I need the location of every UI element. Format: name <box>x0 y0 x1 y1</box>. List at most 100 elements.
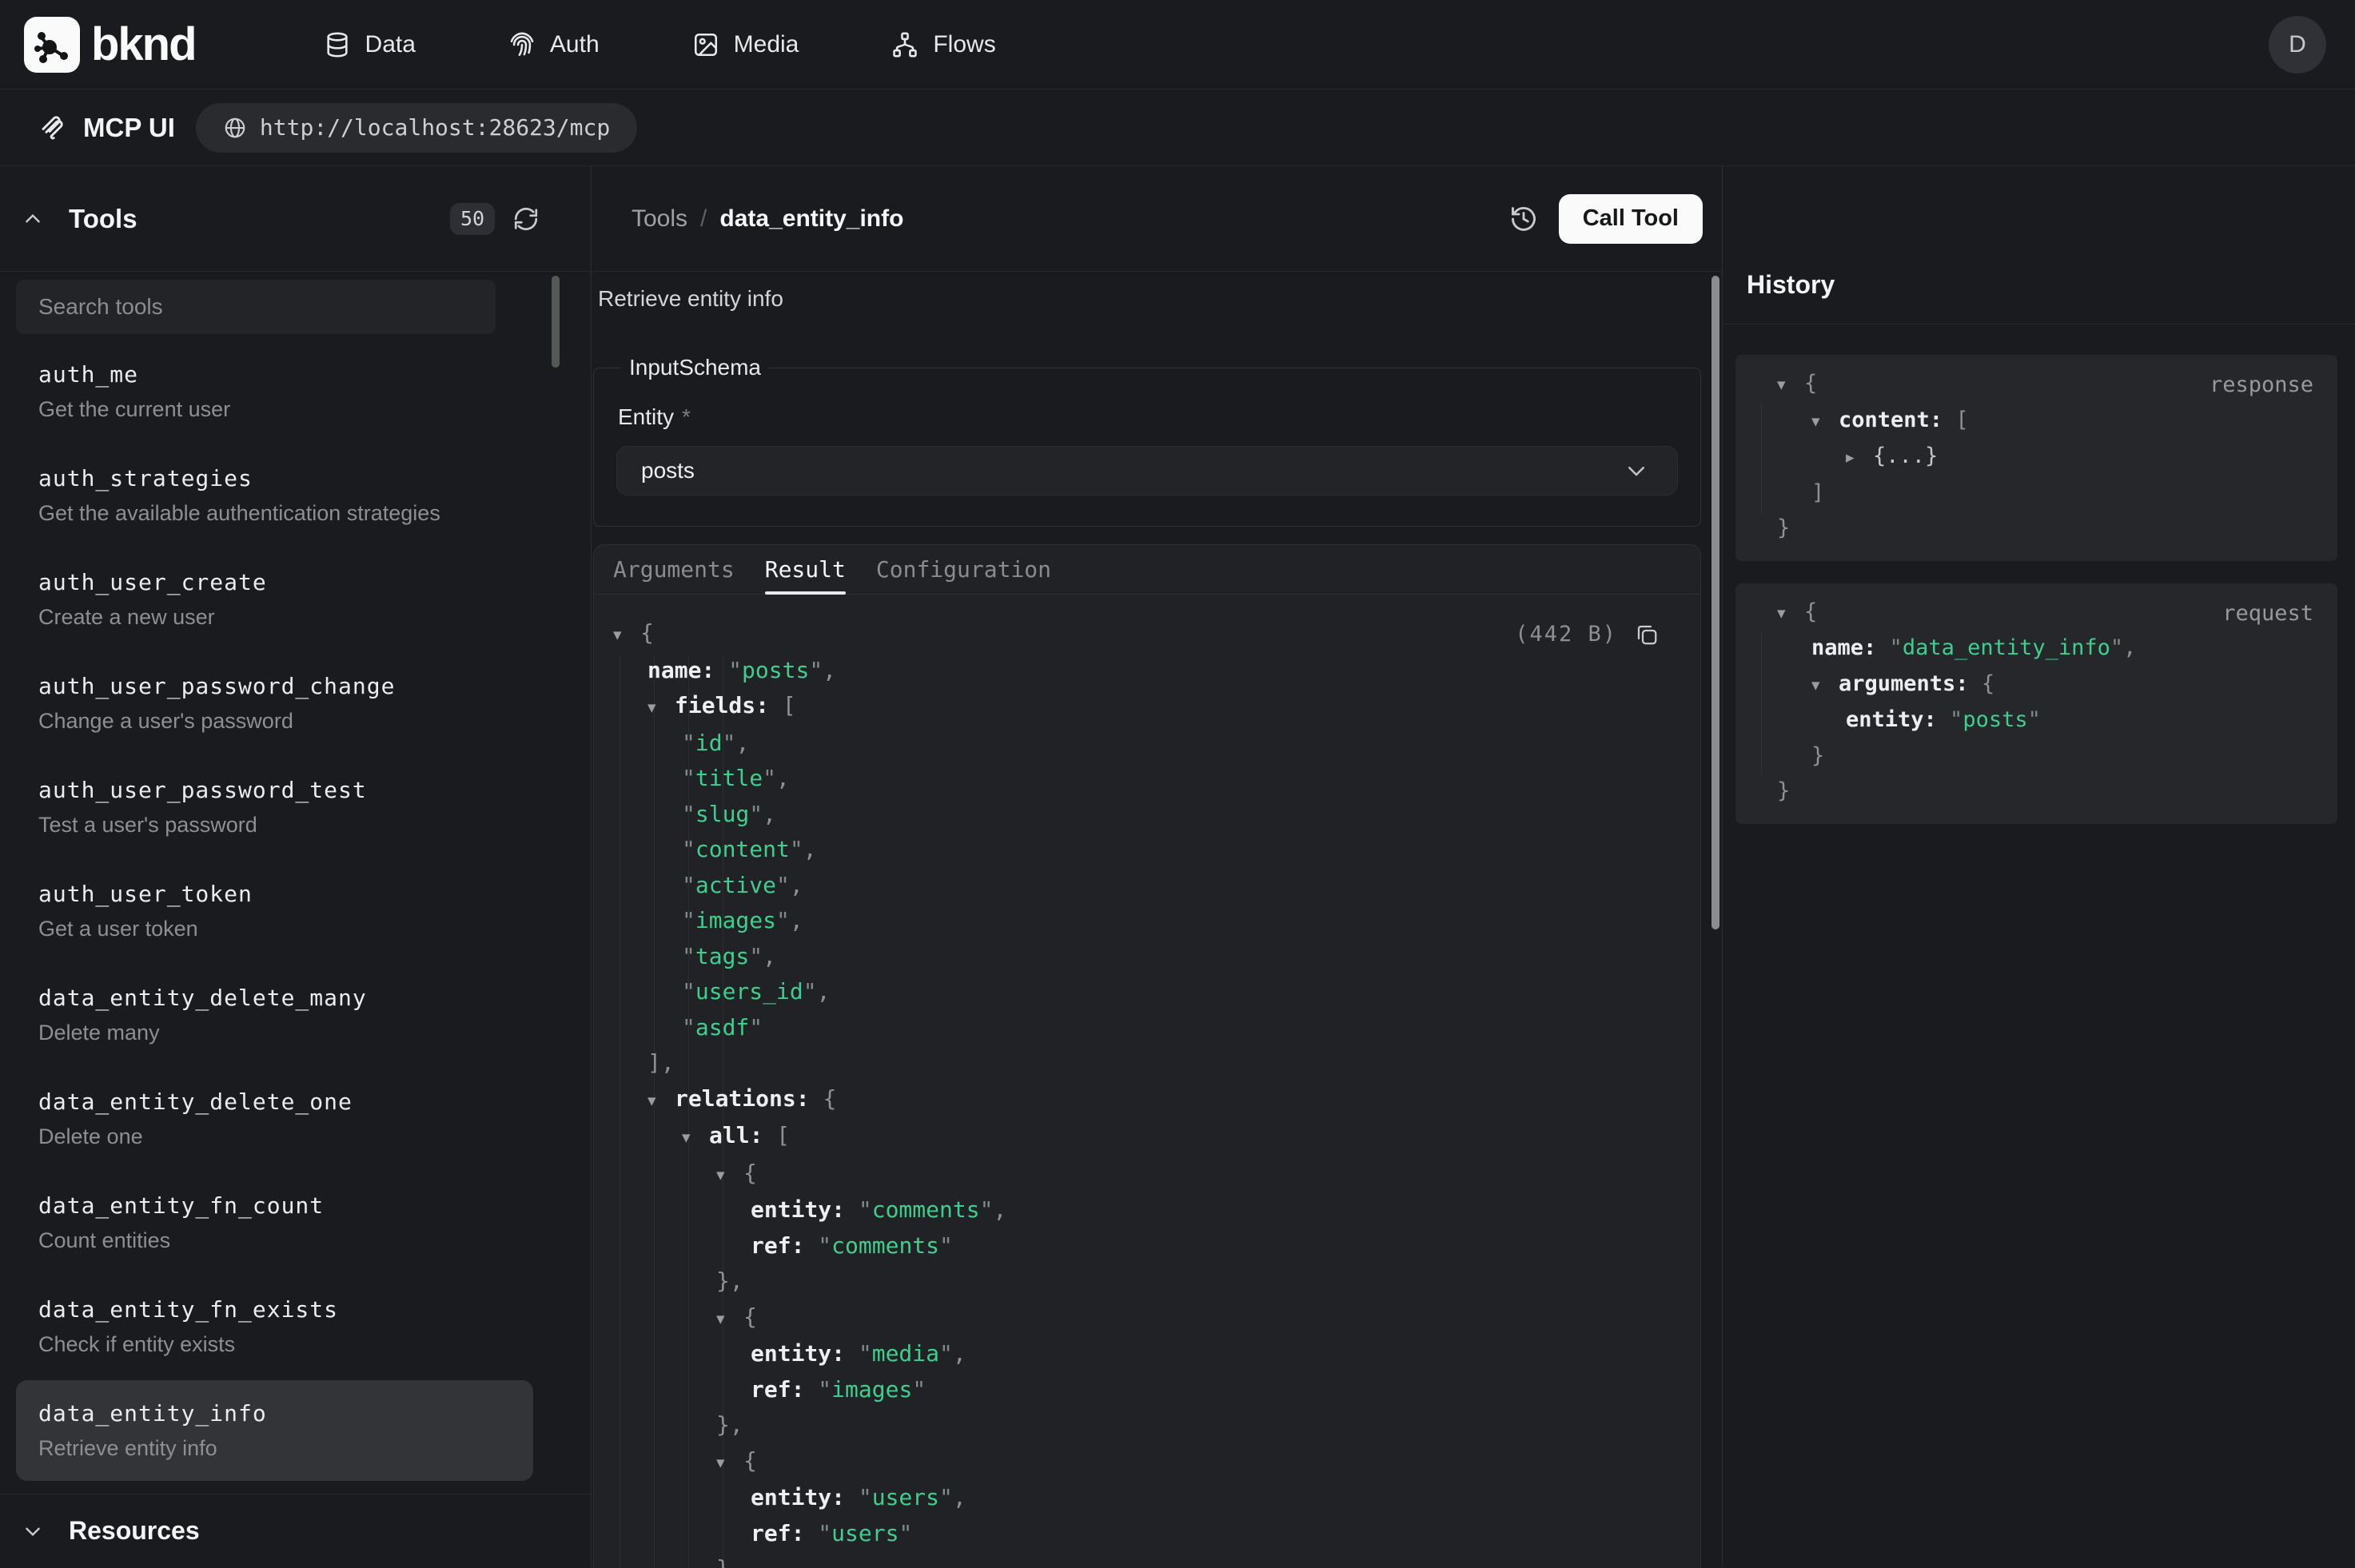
json-line: ▾all: [ <box>594 1118 1681 1156</box>
json-line: entity: "posts" <box>1758 702 2315 738</box>
sidebar-item-data_entity_delete_many[interactable]: data_entity_delete_manyDelete many <box>16 965 533 1065</box>
json-line: }, <box>594 1264 1681 1299</box>
expand-toggle-icon[interactable]: ▸ <box>1846 440 1873 476</box>
collapse-toggle-icon[interactable]: ▾ <box>1777 367 1804 403</box>
tool-name: auth_user_password_change <box>38 669 511 704</box>
collapse-toggle-icon[interactable]: ▾ <box>1811 667 1839 703</box>
database-icon <box>324 31 351 58</box>
required-mark: * <box>682 404 691 429</box>
history-card-response[interactable]: response▾{▾content: [▸{...}]} <box>1735 355 2337 561</box>
tool-name: data_entity_fn_count <box>38 1188 511 1224</box>
json-line: } <box>1758 511 2315 547</box>
main-scrollbar[interactable] <box>1711 276 1719 929</box>
avatar-initial: D <box>2289 31 2306 58</box>
tool-name: auth_user_create <box>38 565 511 600</box>
collapse-toggle-icon[interactable]: ▾ <box>648 690 675 726</box>
tools-section-header[interactable]: Tools 50 <box>0 166 591 272</box>
tool-description: Change a user's password <box>38 704 511 738</box>
entity-select[interactable]: posts <box>616 446 1678 495</box>
history-card-request[interactable]: request▾{name: "data_entity_info",▾argum… <box>1735 583 2337 824</box>
nav-item-flows[interactable]: Flows <box>891 31 995 58</box>
nav-item-data[interactable]: Data <box>324 31 416 58</box>
mcp-url-pill[interactable]: http://localhost:28623/mcp <box>196 103 637 153</box>
mcp-bar: MCP UI http://localhost:28623/mcp <box>0 90 2355 166</box>
collapse-toggle-icon[interactable]: ▾ <box>613 617 640 653</box>
result-panel: Arguments Result Configuration ▾{ (442 B)… <box>593 544 1701 1568</box>
call-tool-button[interactable]: Call Tool <box>1559 194 1703 244</box>
json-line: ], <box>594 1045 1681 1081</box>
sidebar-item-auth_user_create[interactable]: auth_user_createCreate a new user <box>16 549 533 650</box>
tool-description: Retrieve entity info <box>598 286 1701 312</box>
tool-description: Delete one <box>38 1120 511 1153</box>
mcp-logo-icon <box>38 113 67 142</box>
tool-description: Test a user's password <box>38 808 511 842</box>
sidebar-scrollbar[interactable] <box>552 276 560 368</box>
history-header: History <box>1723 166 2355 324</box>
tools-count-badge: 50 <box>450 203 495 235</box>
copy-button[interactable] <box>1635 623 1659 647</box>
tool-detail-body: Retrieve entity info InputSchema Entity*… <box>592 272 1722 1568</box>
json-line: "tags", <box>594 939 1681 975</box>
collapse-toggle-icon[interactable]: ▾ <box>716 1157 743 1193</box>
json-line: ▾{ <box>594 1156 1681 1193</box>
json-line: ▸{...} <box>1758 439 2315 476</box>
search-input[interactable] <box>16 280 496 334</box>
copy-icon <box>1635 623 1659 647</box>
nav-label: Flows <box>933 31 995 58</box>
collapse-toggle-icon[interactable]: ▾ <box>1777 595 1804 631</box>
tool-name: auth_strategies <box>38 461 511 496</box>
json-line: ▾arguments: { <box>1758 667 2315 703</box>
sidebar-item-data_entity_fn_exists[interactable]: data_entity_fn_existsCheck if entity exi… <box>16 1276 533 1377</box>
input-schema-fieldset: InputSchema Entity* posts <box>593 355 1701 527</box>
tools-list: auth_meGet the current userauth_strategi… <box>0 334 591 1481</box>
mcp-title: MCP UI <box>38 113 175 143</box>
json-line: "asdf" <box>594 1010 1681 1046</box>
nav-item-auth[interactable]: Auth <box>508 31 600 58</box>
collapse-toggle-icon[interactable]: ▾ <box>648 1083 675 1119</box>
globe-icon <box>223 116 247 140</box>
json-line: ▾content: [ <box>1758 403 2315 440</box>
sidebar-item-auth_user_password_test[interactable]: auth_user_password_testTest a user's pas… <box>16 757 533 858</box>
json-line: }, <box>594 1407 1681 1443</box>
sidebar-item-auth_user_password_change[interactable]: auth_user_password_changeChange a user's… <box>16 653 533 754</box>
json-line: ▾relations: { <box>594 1081 1681 1119</box>
json-line: ▾{ <box>1758 595 2315 631</box>
sidebar-item-auth_user_token[interactable]: auth_user_tokenGet a user token <box>16 861 533 961</box>
user-avatar[interactable]: D <box>2269 16 2326 74</box>
json-line: entity: "users", <box>594 1480 1681 1516</box>
resources-section-header[interactable]: Resources <box>0 1494 591 1567</box>
breadcrumb-current: data_entity_info <box>719 205 903 233</box>
json-line: "active", <box>594 868 1681 904</box>
mcp-title-label: MCP UI <box>83 113 175 143</box>
sidebar-item-data_entity_info[interactable]: data_entity_infoRetrieve entity info <box>16 1380 533 1481</box>
main-nav: Data Auth Media Flows <box>324 31 996 58</box>
collapse-toggle-icon[interactable]: ▾ <box>1811 404 1839 440</box>
history-icon[interactable] <box>1509 205 1538 233</box>
history-cards: response▾{▾content: [▸{...}]} request▾{na… <box>1723 324 2355 824</box>
collapse-toggle-icon[interactable]: ▾ <box>716 1445 743 1481</box>
brand-logo[interactable]: bknd <box>24 17 196 73</box>
sidebar-item-data_entity_fn_count[interactable]: data_entity_fn_countCount entities <box>16 1172 533 1273</box>
json-line: ref: "images" <box>594 1372 1681 1408</box>
breadcrumb: Tools / data_entity_info <box>632 205 903 233</box>
fingerprint-icon <box>508 31 536 58</box>
result-size: (442 B) <box>1515 617 1617 653</box>
tool-description: Delete many <box>38 1016 511 1049</box>
collapse-toggle-icon[interactable]: ▾ <box>682 1120 709 1156</box>
bknd-logo-icon <box>24 17 80 73</box>
refresh-icon[interactable] <box>512 205 540 233</box>
sidebar-item-data_entity_delete_one[interactable]: data_entity_delete_oneDelete one <box>16 1069 533 1169</box>
tool-name: auth_user_token <box>38 877 511 912</box>
nav-item-media[interactable]: Media <box>692 31 799 58</box>
breadcrumb-tools-link[interactable]: Tools <box>632 205 687 233</box>
collapse-toggle-icon[interactable]: ▾ <box>716 1301 743 1337</box>
input-schema-legend: InputSchema <box>621 355 769 380</box>
tool-description: Create a new user <box>38 600 511 634</box>
tab-result[interactable]: Result <box>765 545 846 594</box>
sidebar-item-auth_strategies[interactable]: auth_strategiesGet the available authent… <box>16 445 533 546</box>
tab-configuration[interactable]: Configuration <box>876 545 1051 594</box>
tab-arguments[interactable]: Arguments <box>613 545 735 594</box>
json-line: ] <box>1758 476 2315 511</box>
sidebar-item-auth_me[interactable]: auth_meGet the current user <box>16 341 533 442</box>
result-meta: (442 B) <box>1515 617 1659 653</box>
